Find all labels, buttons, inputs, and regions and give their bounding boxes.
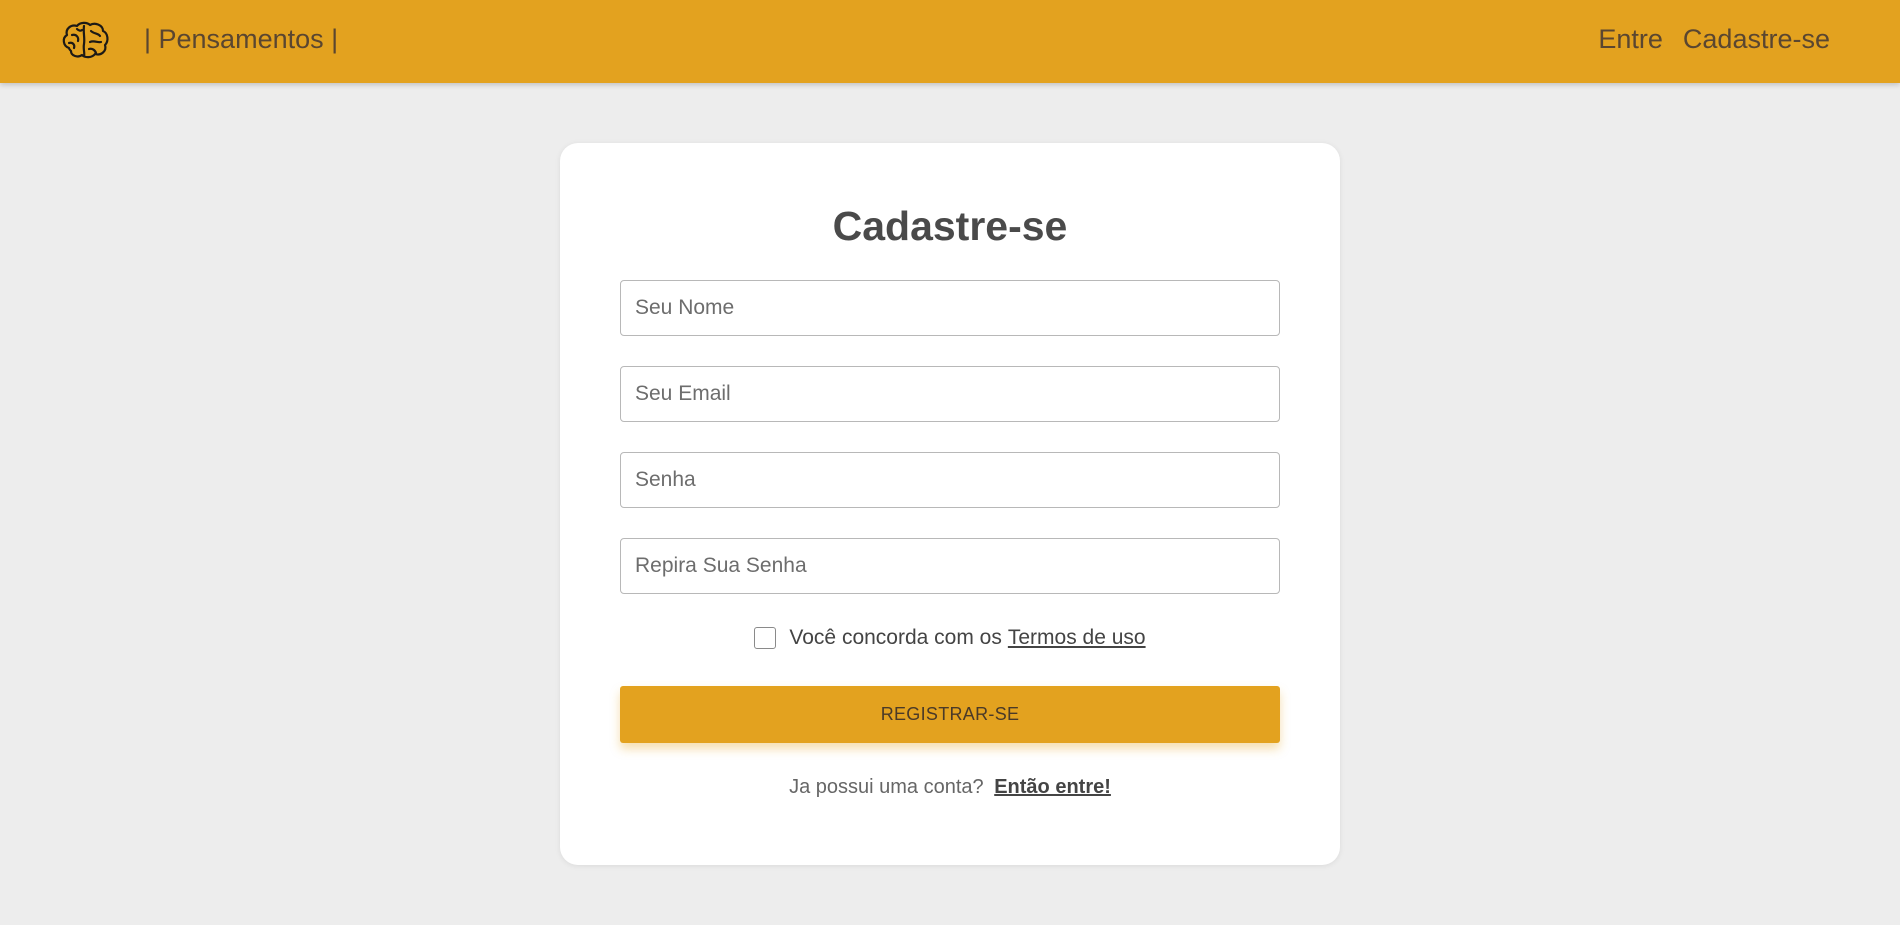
brand-title[interactable]: | Pensamentos | xyxy=(144,24,338,55)
name-input[interactable] xyxy=(620,280,1280,336)
terms-link[interactable]: Termos de uso xyxy=(1008,626,1146,650)
password-input[interactable] xyxy=(620,452,1280,508)
terms-row: Você concorda com os Termos de uso xyxy=(560,626,1340,650)
email-input[interactable] xyxy=(620,366,1280,422)
nav-login-link[interactable]: Entre xyxy=(1598,24,1663,55)
login-prompt-text: Ja possui uma conta? xyxy=(789,776,984,798)
confirm-password-input[interactable] xyxy=(620,538,1280,594)
nav-register-link[interactable]: Cadastre-se xyxy=(1683,24,1830,55)
login-prompt-row: Ja possui uma conta? Então entre! xyxy=(560,776,1340,799)
nav-links: Entre Cadastre-se xyxy=(1598,24,1830,55)
register-card: Cadastre-se Você concorda com os Termos … xyxy=(560,143,1340,865)
brain-icon[interactable] xyxy=(60,20,110,62)
terms-text: Você concorda com os xyxy=(789,626,1002,649)
register-button[interactable]: REGISTRAR-SE xyxy=(620,686,1280,743)
terms-checkbox[interactable] xyxy=(754,627,777,649)
top-navbar: | Pensamentos | Entre Cadastre-se xyxy=(0,0,1900,83)
login-link[interactable]: Então entre! xyxy=(994,776,1111,798)
page-title: Cadastre-se xyxy=(832,203,1068,249)
